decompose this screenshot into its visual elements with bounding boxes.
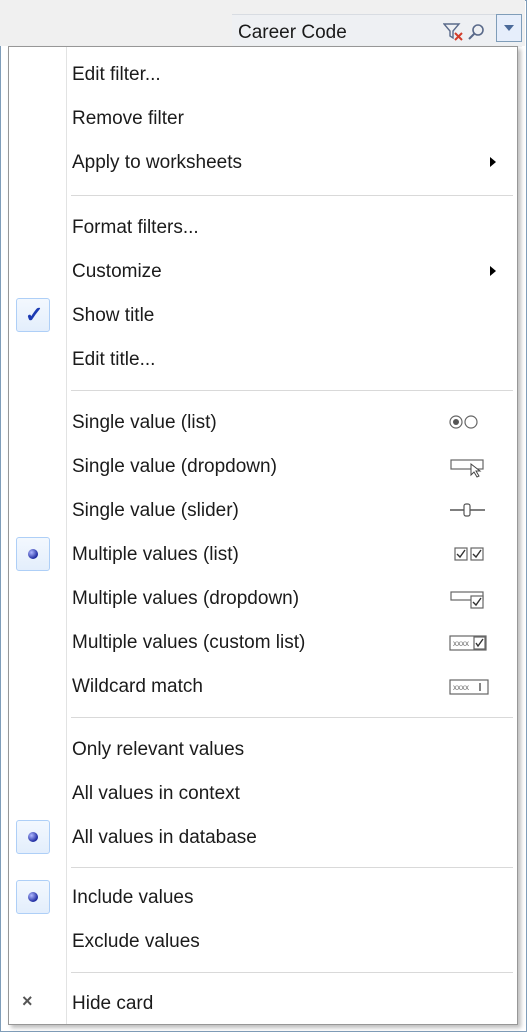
menu-item-label: Remove filter bbox=[72, 108, 184, 129]
selection-indicator bbox=[16, 880, 50, 914]
selection-indicator bbox=[16, 820, 50, 854]
dropdown-select-icon bbox=[450, 459, 484, 478]
menu-item-label: Include values bbox=[72, 887, 194, 908]
menu-item-edit-filter[interactable]: Edit filter... bbox=[9, 54, 517, 94]
menu-item-label: Single value (slider) bbox=[72, 500, 239, 521]
menu-item-label: All values in context bbox=[72, 783, 240, 804]
menu-item-label: Customize bbox=[72, 261, 162, 282]
menu-item-multiple-values-custom-list[interactable]: Multiple values (custom list) xxxx bbox=[9, 622, 517, 662]
checkbox-list-icon bbox=[454, 547, 484, 561]
clear-filter-icon[interactable] bbox=[442, 22, 465, 42]
close-icon: × bbox=[22, 991, 33, 1011]
menu-separator bbox=[71, 195, 513, 196]
menu-item-only-relevant-values[interactable]: Only relevant values bbox=[9, 729, 517, 769]
menu-item-customize[interactable]: Customize bbox=[9, 251, 517, 291]
custom-list-icon: xxxx bbox=[449, 635, 487, 651]
menu-item-exclude-values[interactable]: Exclude values bbox=[9, 921, 517, 961]
filter-context-menu: Edit filter... Remove filter Apply to wo… bbox=[8, 46, 518, 1025]
card-menu-button[interactable] bbox=[496, 14, 522, 42]
menu-item-label: Format filters... bbox=[72, 217, 199, 238]
menu-item-remove-filter[interactable]: Remove filter bbox=[9, 98, 517, 138]
menu-item-include-values[interactable]: Include values bbox=[9, 877, 517, 917]
menu-item-label: Multiple values (list) bbox=[72, 544, 239, 565]
menu-item-label: Show title bbox=[72, 305, 155, 326]
menu-item-single-value-dropdown[interactable]: Single value (dropdown) bbox=[9, 446, 517, 486]
svg-text:xxxx: xxxx bbox=[453, 683, 469, 692]
menu-item-format-filters[interactable]: Format filters... bbox=[9, 207, 517, 247]
check-indicator: ✓ bbox=[16, 298, 50, 332]
submenu-arrow-icon bbox=[490, 157, 496, 167]
menu-item-all-values-in-database[interactable]: All values in database bbox=[9, 817, 517, 857]
menu-separator bbox=[71, 390, 513, 391]
dropdown-checkbox-icon bbox=[450, 591, 484, 609]
menu-item-wildcard-match[interactable]: Wildcard match xxxx bbox=[9, 666, 517, 706]
menu-item-single-value-list[interactable]: Single value (list) bbox=[9, 402, 517, 442]
menu-item-single-value-slider[interactable]: Single value (slider) bbox=[9, 490, 517, 530]
chevron-down-icon bbox=[504, 25, 514, 31]
submenu-arrow-icon bbox=[490, 266, 496, 276]
menu-item-label: Wildcard match bbox=[72, 676, 203, 697]
selected-dot-icon bbox=[28, 832, 38, 842]
menu-item-label: Hide card bbox=[72, 993, 154, 1014]
menu-item-hide-card[interactable]: × Hide card bbox=[9, 983, 517, 1023]
selected-dot-icon bbox=[28, 549, 38, 559]
menu-item-label: Only relevant values bbox=[72, 739, 245, 760]
menu-item-apply-to-worksheets[interactable]: Apply to worksheets bbox=[9, 142, 517, 182]
menu-item-label: Single value (dropdown) bbox=[72, 456, 277, 477]
svg-text:xxxx: xxxx bbox=[453, 639, 469, 648]
filter-title: Career Code bbox=[238, 22, 347, 43]
checkmark-icon: ✓ bbox=[25, 302, 44, 327]
menu-item-label: Apply to worksheets bbox=[72, 152, 243, 173]
menu-item-multiple-values-list[interactable]: Multiple values (list) bbox=[9, 534, 517, 574]
menu-item-all-values-in-context[interactable]: All values in context bbox=[9, 773, 517, 813]
selected-dot-icon bbox=[28, 892, 38, 902]
menu-item-label: Multiple values (custom list) bbox=[72, 632, 306, 653]
selection-indicator bbox=[16, 537, 50, 571]
menu-separator bbox=[71, 972, 513, 973]
search-icon[interactable] bbox=[467, 22, 487, 42]
menu-item-show-title[interactable]: ✓ Show title bbox=[9, 295, 517, 335]
menu-item-label: Edit filter... bbox=[72, 64, 161, 85]
filter-card-header: Career Code bbox=[0, 0, 525, 47]
slider-icon bbox=[450, 503, 485, 517]
menu-item-multiple-values-dropdown[interactable]: Multiple values (dropdown) bbox=[9, 578, 517, 618]
menu-item-label: Exclude values bbox=[72, 931, 200, 952]
menu-separator bbox=[71, 867, 513, 868]
menu-item-label: Single value (list) bbox=[72, 412, 217, 433]
wildcard-field-icon: xxxx bbox=[449, 679, 489, 695]
menu-item-edit-title[interactable]: Edit title... bbox=[9, 339, 517, 379]
menu-item-label: Multiple values (dropdown) bbox=[72, 588, 300, 609]
menu-item-label: Edit title... bbox=[72, 349, 156, 370]
menu-separator bbox=[71, 717, 513, 718]
radio-list-icon bbox=[449, 415, 478, 429]
menu-item-label: All values in database bbox=[72, 827, 257, 848]
